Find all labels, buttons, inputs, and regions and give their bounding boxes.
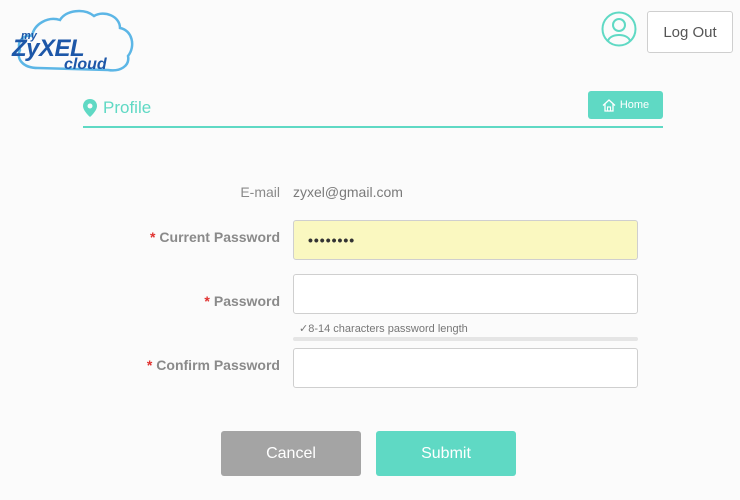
password-strength-bar <box>293 337 638 341</box>
password-label-text: Password <box>213 293 280 309</box>
current-password-label-text: Current Password <box>159 229 280 245</box>
current-password-label: * Current Password <box>150 229 280 245</box>
section-header: Profile Home <box>83 90 663 128</box>
email-label-text: E-mail <box>240 184 280 200</box>
user-avatar-icon[interactable] <box>601 11 637 47</box>
cancel-button[interactable]: Cancel <box>221 431 361 476</box>
email-value: zyxel@gmail.com <box>293 184 403 200</box>
required-mark: * <box>204 293 210 309</box>
current-password-field[interactable] <box>293 220 638 260</box>
confirm-password-label: * Confirm Password <box>147 357 280 373</box>
profile-page: my ZyXEL cloud Log Out Profile Home E-ma… <box>0 0 740 500</box>
password-field[interactable] <box>293 274 638 314</box>
submit-button[interactable]: Submit <box>376 431 516 476</box>
home-button[interactable]: Home <box>588 91 663 119</box>
password-label: * Password <box>204 293 280 309</box>
email-label: E-mail <box>240 184 280 200</box>
logo-cloud-text: cloud <box>64 56 107 73</box>
confirm-password-field[interactable] <box>293 348 638 388</box>
home-icon <box>602 98 616 112</box>
required-mark: * <box>149 229 156 245</box>
home-button-label: Home <box>619 99 650 111</box>
confirm-password-label-text: Confirm Password <box>156 357 280 373</box>
location-pin-icon <box>83 99 97 117</box>
page-title: Profile <box>103 98 152 117</box>
logout-button[interactable]: Log Out <box>647 11 733 53</box>
password-length-hint: ✓8-14 characters password length <box>299 323 468 335</box>
mycloud-logo[interactable]: my ZyXEL cloud <box>8 8 136 78</box>
required-mark: * <box>146 357 153 373</box>
